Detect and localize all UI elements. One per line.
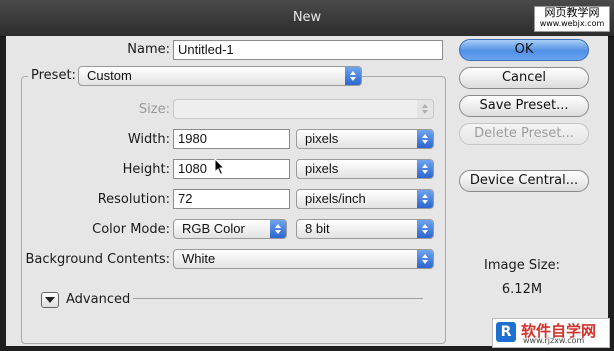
height-unit-value: pixels [305,161,339,176]
height-label: Height: [122,162,170,177]
resolution-unit-value: pixels/inch [305,191,366,206]
watermark-top: 网页教学网 www.webjx.com [534,6,610,32]
preset-value: Custom [87,68,132,83]
preset-select[interactable]: Custom [78,66,362,86]
name-label: Name: [127,42,170,57]
popup-arrows-icon [417,250,433,268]
watermark-top-line2: www.webjx.com [539,19,605,28]
height-unit-select[interactable]: pixels [296,159,434,179]
image-size-value: 6.12M [501,282,543,297]
title-bar[interactable]: New 网页教学网 www.webjx.com [0,0,614,37]
popup-arrows-icon [417,190,433,208]
width-field[interactable]: 1980 [173,129,290,149]
watermark-bottom: R 软件自学网 www.rjzxw.com [492,318,610,348]
popup-arrows-icon [270,220,286,238]
popup-arrows-icon [417,130,433,148]
size-label: Size: [138,102,170,117]
height-field[interactable]: 1080 [173,159,290,179]
bit-depth-select[interactable]: 8 bit [296,219,434,239]
background-contents-select[interactable]: White [173,249,434,269]
delete-preset-button: Delete Preset... [459,123,589,145]
color-mode-label: Color Mode: [92,222,170,237]
color-mode-value: RGB Color [182,221,245,236]
window-title: New [292,10,322,25]
color-mode-select[interactable]: RGB Color [173,219,287,239]
new-document-window: New 网页教学网 www.webjx.com Name: Untitled-1… [0,0,614,351]
watermark-bottom-url: www.rjzxw.com [523,336,585,345]
popup-arrows-icon [417,160,433,178]
cancel-button[interactable]: Cancel [459,67,589,89]
mouse-cursor-icon [214,158,226,176]
preset-label: Preset: [28,68,79,83]
save-preset-button[interactable]: Save Preset... [459,95,589,117]
width-unit-value: pixels [305,131,339,146]
resolution-unit-select[interactable]: pixels/inch [296,189,434,209]
background-contents-value: White [182,251,216,266]
device-central-button[interactable]: Device Central... [459,170,589,192]
popup-arrows-icon [417,100,433,118]
bit-depth-value: 8 bit [305,221,330,236]
watermark-logo: R [496,322,516,342]
advanced-disclosure-button[interactable] [41,292,59,308]
resolution-label: Resolution: [97,192,170,207]
disclosure-triangle-icon [45,297,55,303]
width-unit-select[interactable]: pixels [296,129,434,149]
size-select [173,99,434,119]
advanced-separator [133,298,423,299]
popup-arrows-icon [345,67,361,85]
new-document-dialog: Name: Untitled-1 Preset: Custom Size: Wi… [6,36,608,346]
resolution-field[interactable]: 72 [173,189,290,209]
width-label: Width: [127,132,170,147]
advanced-label: Advanced [66,292,131,307]
popup-arrows-icon [417,220,433,238]
background-contents-label: Background Contents: [25,252,170,267]
ok-button[interactable]: OK [459,39,589,61]
name-field[interactable]: Untitled-1 [173,40,443,60]
image-size-label: Image Size: [484,258,560,273]
